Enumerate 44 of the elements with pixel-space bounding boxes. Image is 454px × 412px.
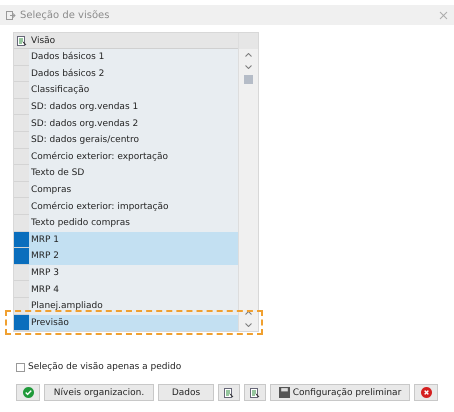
table-cell[interactable]: Texto pedido compras [29, 214, 238, 232]
list-icon [250, 388, 260, 398]
column-header[interactable]: Visão [14, 33, 238, 49]
cancel-button[interactable] [414, 384, 438, 402]
row-selector[interactable] [14, 314, 29, 332]
table-cell[interactable]: Compras [29, 182, 238, 198]
row-selector[interactable] [14, 248, 29, 265]
check-icon [22, 387, 34, 398]
table-cell[interactable]: Previsão [29, 314, 238, 332]
action-button[interactable]: Dados [158, 384, 214, 402]
table-cell[interactable]: Comércio exterior: importação [29, 198, 238, 215]
checkbox[interactable] [16, 362, 25, 372]
scroll-down-icon[interactable] [245, 65, 252, 69]
scroll-up-icon[interactable] [245, 53, 252, 57]
table-cell[interactable]: MRP 4 [29, 281, 238, 298]
close-icon[interactable] [439, 10, 448, 20]
table-cell[interactable]: SD: dados org.vendas 1 [29, 98, 238, 116]
deselect-all-button[interactable] [244, 384, 266, 402]
save-icon [278, 387, 290, 398]
checkbox-label: Seleção de visão apenas a pedido [28, 362, 182, 372]
table-cell[interactable]: MRP 3 [29, 264, 238, 282]
window-title: Seleção de visões [20, 10, 110, 20]
scroll-up-icon[interactable] [245, 311, 252, 316]
close-icon [420, 387, 432, 398]
table-cell[interactable]: Texto de SD [29, 165, 238, 182]
table-cell[interactable]: Classificação [29, 82, 238, 99]
table-cell[interactable]: SD: dados gerais/centro [29, 132, 238, 149]
table-cell[interactable]: MRP 1 [29, 232, 238, 248]
column-icon [17, 36, 27, 46]
select-all-button[interactable] [218, 384, 240, 402]
action-button[interactable]: Níveis organizacion. [44, 384, 154, 402]
table-cell[interactable]: Dados básicos 1 [29, 49, 238, 66]
preliminary-config-button[interactable]: Configuração preliminar [270, 384, 410, 402]
table-cell[interactable]: Dados básicos 2 [29, 66, 238, 82]
list-icon [224, 388, 234, 398]
table-cell[interactable]: MRP 2 [29, 248, 238, 265]
scroll-thumb[interactable] [244, 75, 254, 84]
table-cell[interactable]: Comércio exterior: exportação [29, 148, 238, 166]
confirm-button[interactable] [16, 384, 40, 402]
window-icon [6, 10, 16, 20]
row-selector[interactable] [14, 232, 29, 248]
scroll-down-icon[interactable] [245, 323, 252, 328]
column-title: Visão [31, 36, 56, 46]
table-cell[interactable]: SD: dados org.vendas 2 [29, 115, 238, 132]
